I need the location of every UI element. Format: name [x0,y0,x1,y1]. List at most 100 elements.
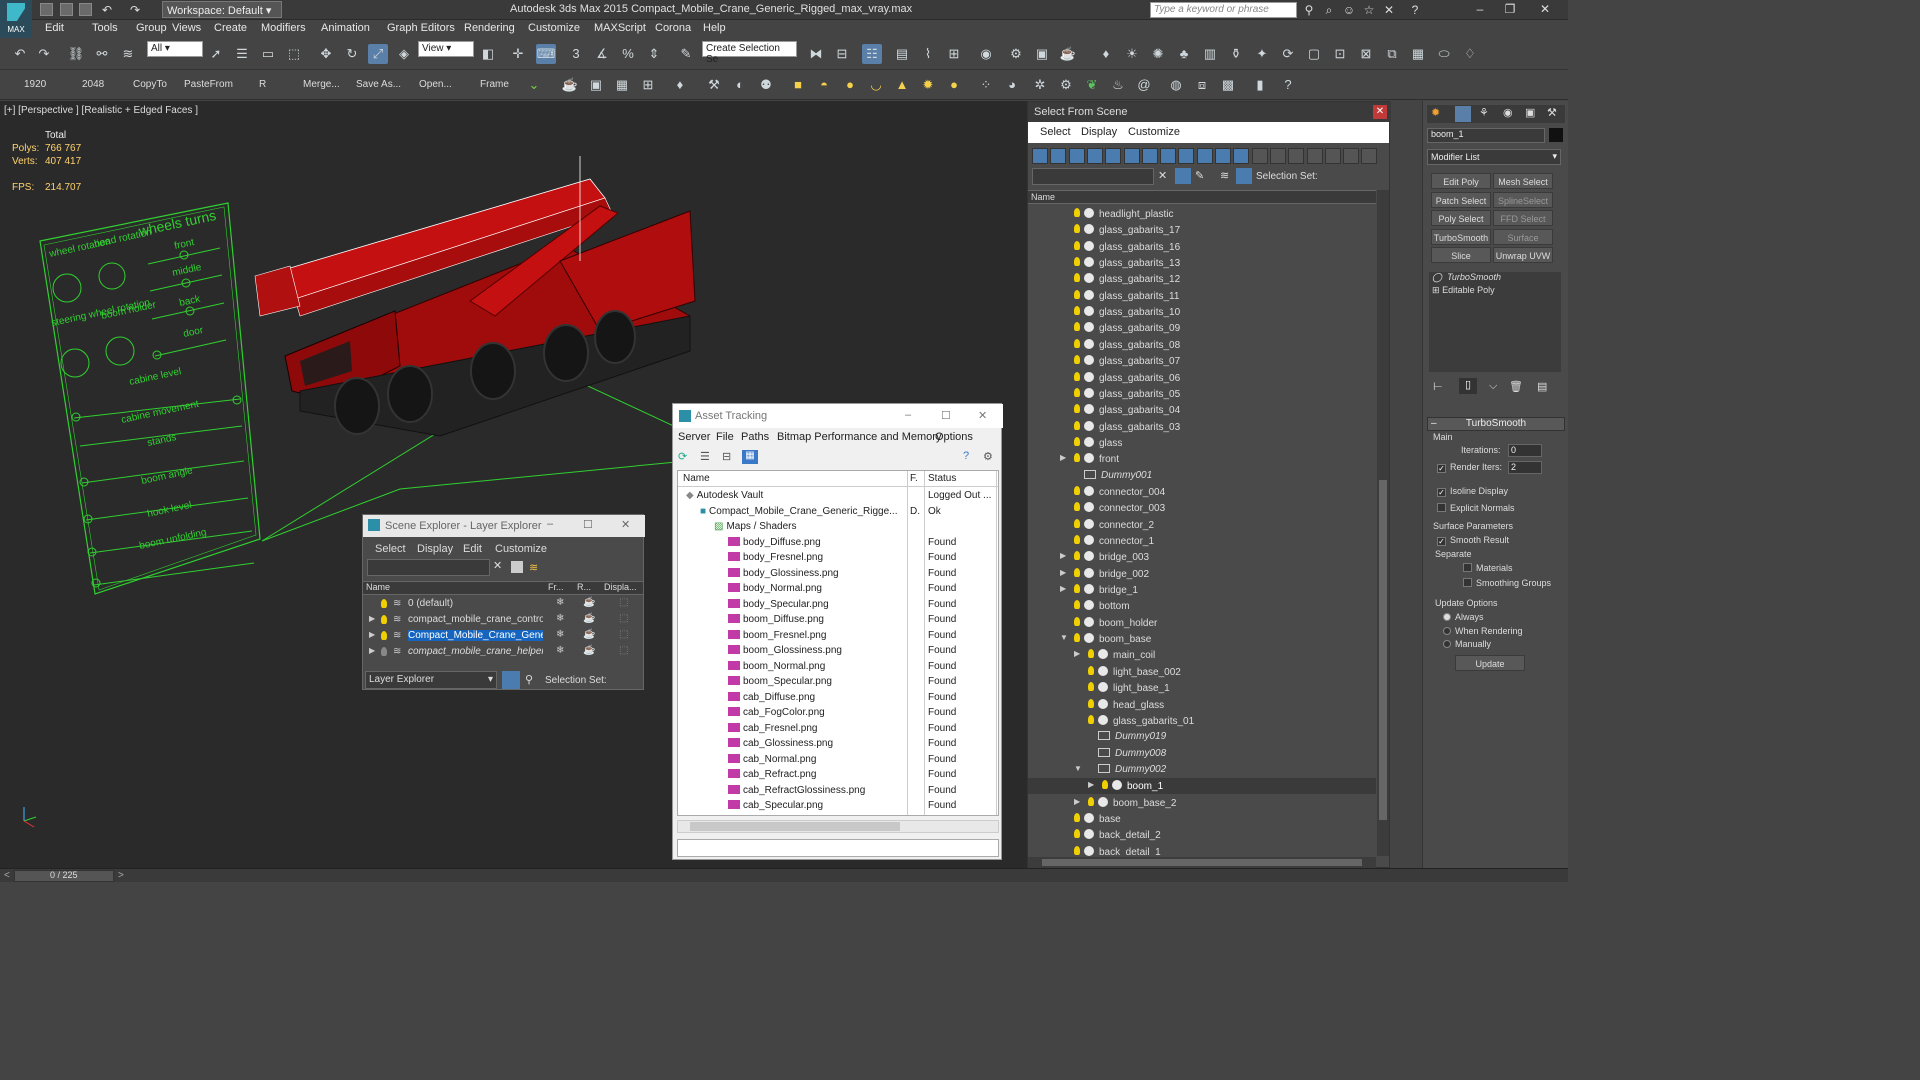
expand-icon[interactable]: ▼ [1060,633,1068,642]
scene-tree-item[interactable]: glass [1028,435,1376,451]
light-bulb-icon[interactable] [1074,812,1084,824]
freeze-icon[interactable]: ❄ [556,597,564,608]
menu-help[interactable]: Help [703,22,726,34]
expand-icon[interactable]: ▶ [369,630,375,639]
sfs-hscrollbar[interactable] [1028,857,1376,868]
slice-button[interactable]: Slice [1431,247,1491,263]
settings-icon[interactable]: ⚙ [983,450,993,463]
close-icon[interactable]: ✕ [978,409,987,422]
menu-graph-editors[interactable]: Graph Editors [387,22,455,34]
asset-row[interactable]: boom_Diffuse.png Found [678,612,998,628]
asset-col-status[interactable]: Status [928,473,956,484]
render-teapot-icon[interactable]: ☕ [583,613,595,624]
edit-poly-button[interactable]: Edit Poly [1431,173,1491,189]
next-frame-icon[interactable]: > [118,870,124,881]
motion-tab-icon[interactable]: ◉ [1503,106,1513,119]
cone-icon[interactable]: ▲ [892,75,912,95]
manually-row[interactable]: Manually [1443,639,1491,649]
display-box-icon[interactable]: ⬚ [619,613,628,624]
rendered-frame-icon[interactable]: ▣ [1032,44,1052,64]
minimize-icon[interactable]: – [905,409,911,421]
expand-icon[interactable]: ▶ [1060,551,1066,560]
graphite-ribbon-icon[interactable]: ▤ [892,44,912,64]
res-1920-button[interactable]: 1920 [24,79,46,90]
light-bulb-icon[interactable] [381,631,391,642]
scene-tree-item[interactable]: glass_gabarits_09 [1028,320,1376,336]
asset-row[interactable]: ■ Compact_Mobile_Crane_Generic_Rigge... D.… [678,504,998,520]
scene-tree-item[interactable]: ▶ bridge_003 [1028,549,1376,565]
scene-tree-item[interactable]: glass_gabarits_07 [1028,353,1376,369]
display-box-icon[interactable]: ⬚ [619,629,628,640]
asset-row[interactable]: cab_RefractGlossiness.png Found [678,783,998,799]
turbosmooth-rollout-header[interactable]: – TurboSmooth [1427,417,1565,431]
filter-filter-icon[interactable] [1324,148,1341,164]
menu-group[interactable]: Group [136,22,167,34]
lights-filter-icon[interactable] [1068,148,1085,164]
vray-mesh-icon[interactable]: ⧉ [1382,44,1402,64]
dome-icon[interactable]: ◓ [814,75,834,95]
light-bulb-icon[interactable] [1074,355,1084,366]
scene-tree-item[interactable]: glass_gabarits_06 [1028,370,1376,386]
render-frame-icon[interactable]: ▣ [586,75,606,95]
menu-create[interactable]: Create [214,22,247,34]
expand-icon[interactable]: ▶ [1060,453,1066,462]
hierarchy-mode-icon[interactable]: ⚲ [525,673,533,686]
bind-space-warp-icon[interactable]: ≋ [118,44,138,64]
frame-button[interactable]: Frame [480,79,509,90]
scene-tree-item[interactable]: ▶ bridge_002 [1028,566,1376,582]
menu-tools[interactable]: Tools [92,22,118,34]
book-icon[interactable]: ▥ [1200,44,1220,64]
r-button[interactable]: R [259,79,266,90]
scene-tree-item[interactable]: glass_gabarits_17 [1028,222,1376,238]
expand-icon[interactable]: ▶ [369,614,375,623]
shapes-filter-icon[interactable] [1050,148,1067,164]
ffd-select-button[interactable]: FFD Select [1493,210,1553,226]
teapots-icon[interactable]: ⚉ [756,75,776,95]
light-bulb-icon[interactable] [1074,518,1084,530]
modify-tab-icon[interactable] [1455,106,1471,122]
explicit-normals-checkbox[interactable] [1437,503,1446,512]
select-by-name-icon[interactable]: ☰ [232,44,252,64]
snail-icon[interactable]: @ [1134,75,1154,95]
iterations-spinner[interactable]: 0 [1508,444,1542,457]
display-tab-icon[interactable]: ▣ [1525,106,1535,119]
asset-menu-options[interactable]: Options [935,431,973,443]
light-bulb-icon[interactable] [1088,698,1098,710]
light-bulb-icon[interactable] [1074,567,1084,579]
light-bulb-icon[interactable] [1074,322,1084,333]
light-bulb-icon[interactable] [1074,338,1084,350]
bottle-icon[interactable]: ⚱ [1226,44,1246,64]
scene-tree-item[interactable]: ▶ boom_1 [1028,778,1376,795]
pen-icon[interactable]: ✎ [1195,169,1204,182]
menu-corona[interactable]: Corona [655,22,691,34]
layer-row[interactable]: ▶ ≋ compact_mobile_crane_helpers ❄ ☕ ⬚ [365,644,643,660]
sfs-titlebar[interactable]: Select From Scene [1028,102,1391,122]
vray-light-icon[interactable]: ♢ [1460,44,1480,64]
layer-row[interactable]: ≋ 0 (default) ❄ ☕ ⬚ [365,596,643,612]
layer-menu-edit[interactable]: Edit [463,543,482,555]
blue-box-icon[interactable]: ▩ [1218,75,1238,95]
refresh-icon[interactable]: ⟳ [678,450,687,463]
frozen-filter-icon[interactable] [1215,148,1231,164]
asset-col-name[interactable]: Name [683,473,710,484]
render-production-icon[interactable]: ☕ [1058,44,1078,64]
scene-tree-item[interactable]: ▶ boom_base_2 [1028,795,1376,811]
asset-row[interactable]: body_Specular.png Found [678,597,998,613]
sfs-col-name[interactable]: Name [1031,192,1055,202]
light-bulb-icon[interactable] [1074,829,1084,840]
half-sphere-icon[interactable]: ◐ [730,75,750,95]
sun-icon[interactable]: ☀ [1122,44,1142,64]
scene-tree-item[interactable]: Dummy008 [1028,746,1376,762]
menu-maxscript[interactable]: MAXScript [594,22,646,34]
device-icon[interactable]: ▮ [1250,75,1270,95]
layer-manager-icon[interactable]: ☷ [862,44,882,64]
light-bulb-icon[interactable] [1074,453,1084,464]
remove-modifier-icon[interactable]: 🗑 [1509,380,1523,393]
splineselect-button[interactable]: SplineSelect [1493,191,1553,208]
open-button[interactable]: Open... [419,79,452,90]
scene-tree-item[interactable]: connector_2 [1028,517,1376,533]
asset-row[interactable]: cab_FogColor.png Found [678,705,998,721]
all-filter-icon[interactable] [1251,148,1268,164]
list-icon[interactable]: ☰ [700,450,710,463]
sfs-vscrollbar[interactable] [1377,190,1389,856]
